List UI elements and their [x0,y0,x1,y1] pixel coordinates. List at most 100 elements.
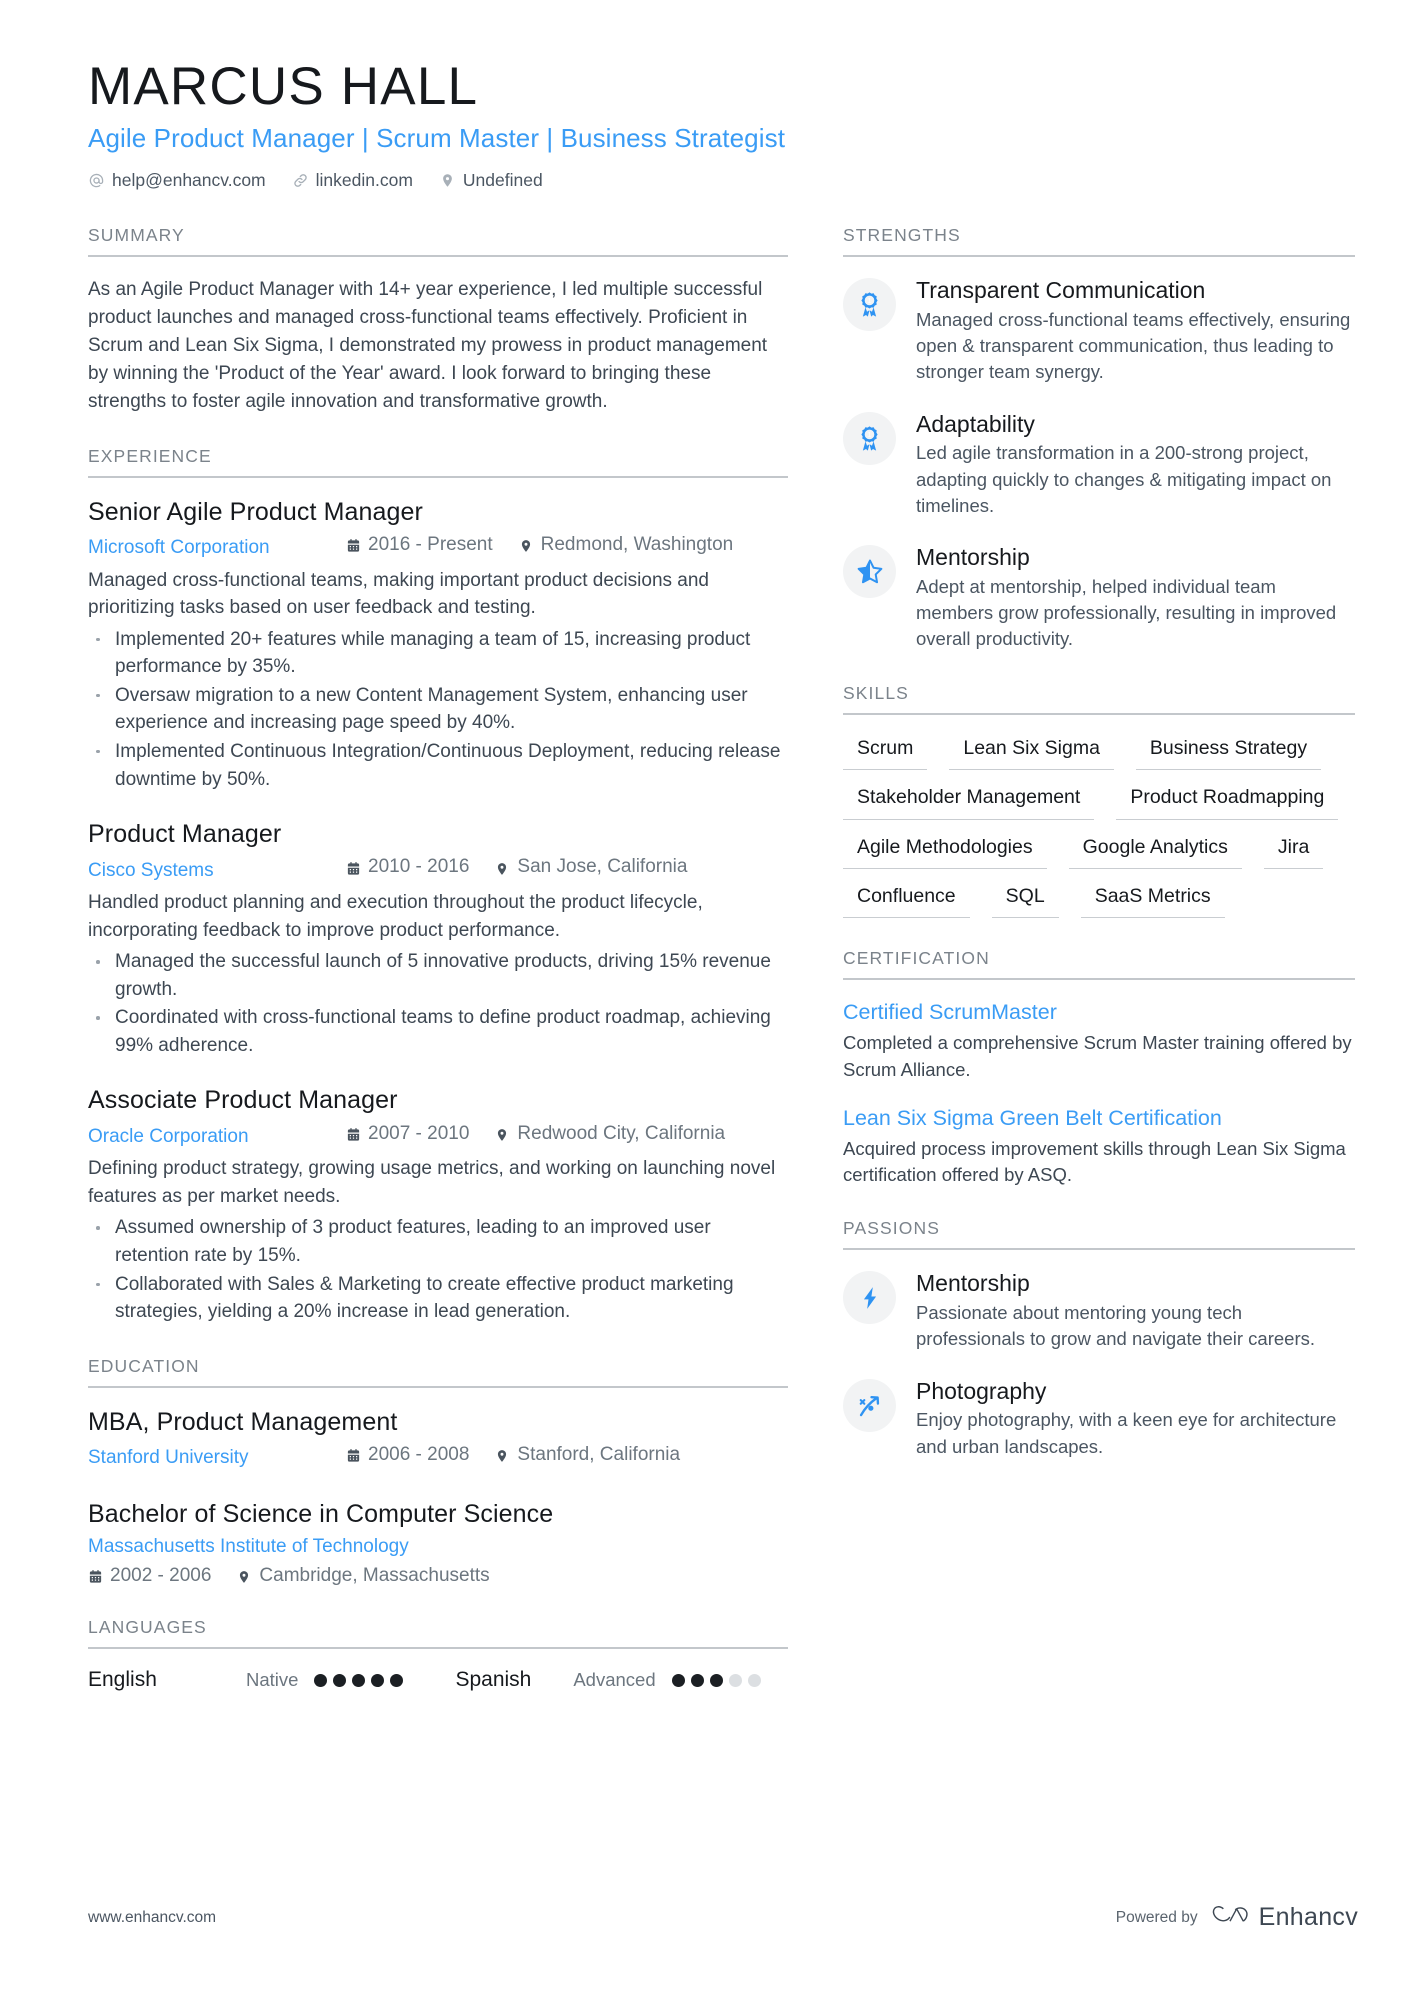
experience-entry: Associate Product Manager Oracle Corpora… [88,1085,788,1325]
experience-company[interactable]: Microsoft Corporation [88,534,346,563]
experience-dates-text: 2010 - 2016 [368,856,470,878]
experience-location: Redwood City, California [495,1120,725,1149]
lightning-bolt-icon [843,1271,896,1325]
education-school[interactable]: Massachusetts Institute of Technology [88,1533,439,1562]
section-strengths: STRENGTHS 1 Transparent Communication Ma… [843,225,1355,653]
summary-text: As an Agile Product Manager with 14+ yea… [88,279,768,412]
contact-linkedin-text: linkedin.com [315,170,413,191]
skill-tag[interactable]: Jira [1263,833,1324,869]
education-meta: Stanford University 2006 - 2008 Stanford… [88,1441,788,1473]
location-pin-icon [495,861,510,877]
experience-location-text: San Jose, California [517,856,688,878]
skill-tag[interactable]: Google Analytics [1068,833,1242,869]
language-rating-dots [671,1673,761,1687]
language-item: English Native [88,1668,404,1692]
strategy-arrow-icon [843,1378,896,1432]
skill-tag[interactable]: SQL [991,882,1059,919]
award-ribbon-icon: 1 [843,278,896,332]
certification-name[interactable]: Lean Six Sigma Green Belt Certification [843,1105,1355,1133]
contact-email-text: help@enhancv.com [112,170,266,191]
skill-tag[interactable]: Scrum [843,734,928,771]
skill-tag[interactable]: Stakeholder Management [843,783,1095,820]
strength-item: Mentorship Adept at mentorship, helped i… [843,543,1355,653]
strength-title: Mentorship [916,544,1030,571]
rating-dot-filled [333,1673,347,1687]
page-footer: www.enhancv.com Powered by Enhancv [88,1902,1358,1933]
passion-title: Photography [916,1377,1047,1404]
experience-company[interactable]: Cisco Systems [88,857,346,886]
section-skills: SKILLS Scrum Lean Six Sigma Business Str… [843,683,1355,919]
education-dates-text: 2002 - 2006 [110,1565,212,1587]
experience-role: Senior Agile Product Manager [88,497,423,526]
strength-title: Transparent Communication [916,277,1206,304]
svg-text:1: 1 [868,298,872,305]
at-icon [88,172,105,189]
right-column: STRENGTHS 1 Transparent Communication Ma… [843,225,1355,1490]
rating-dot-filled [352,1673,366,1687]
experience-bullet: Coordinated with cross-functional teams … [88,1004,788,1059]
strength-description: Led agile transformation in a 200-strong… [916,442,1332,516]
education-location-text: Stanford, California [517,1443,681,1465]
passion-title: Mentorship [916,1270,1030,1297]
education-location: Cambridge, Massachusetts [237,1565,490,1587]
education-school[interactable]: Stanford University [88,1444,346,1473]
experience-bullet: Collaborated with Sales & Marketing to c… [88,1271,788,1326]
rating-dot-filled [709,1673,723,1687]
strength-item: 1 Transparent Communication Managed cros… [843,276,1355,386]
section-summary: SUMMARY As an Agile Product Manager with… [88,225,788,416]
experience-role: Product Manager [88,820,282,849]
contact-location[interactable]: Undefined [439,170,543,191]
skill-tag[interactable]: SaaS Metrics [1080,882,1225,919]
experience-role: Associate Product Manager [88,1086,398,1115]
passion-item: Mentorship Passionate about mentoring yo… [843,1269,1355,1352]
experience-location-text: Redmond, Washington [540,533,734,555]
education-dates: 2002 - 2006 [88,1565,211,1587]
experience-bullet: Implemented Continuous Integration/Conti… [88,738,788,793]
skill-tag[interactable]: Product Roadmapping [1116,783,1339,820]
section-title-certification: CERTIFICATION [843,948,1355,981]
experience-dates-text: 2007 - 2010 [368,1122,470,1144]
section-title-education: EDUCATION [88,1356,788,1388]
education-location-text: Cambridge, Massachusetts [259,1565,490,1587]
passion-body: Mentorship Passionate about mentoring yo… [916,1269,1355,1352]
strength-body: Mentorship Adept at mentorship, helped i… [916,543,1355,653]
language-rating-dots [314,1673,404,1687]
certification-name[interactable]: Certified ScrumMaster [843,999,1355,1027]
contact-linkedin[interactable]: linkedin.com [292,170,413,191]
language-name: English [88,1668,157,1692]
resume-header: MARCUS HALL Agile Product Manager | Scru… [88,57,1358,191]
section-education: EDUCATION MBA, Product Management Stanfo… [88,1356,788,1588]
experience-meta: Cisco Systems 2010 - 2016 San Jose, Cali… [88,853,788,885]
professional-headline: Agile Product Manager | Scrum Master | B… [88,123,786,154]
rating-dot-empty [728,1673,742,1687]
skill-tag[interactable]: Agile Methodologies [843,833,1047,869]
enhancv-brand-name: Enhancv [1258,1903,1358,1931]
skill-tag[interactable]: Business Strategy [1135,734,1322,771]
strength-description: Adept at mentorship, helped individual t… [916,575,1337,650]
award-ribbon-icon: 1 [843,411,896,465]
passion-description: Passionate about mentoring young tech pr… [916,1301,1315,1350]
section-certification: CERTIFICATION Certified ScrumMaster Comp… [843,948,1355,1188]
strength-description: Managed cross-functional teams effective… [916,308,1351,383]
footer-website[interactable]: www.enhancv.com [88,1909,216,1927]
experience-company[interactable]: Oracle Corporation [88,1123,346,1152]
experience-bullets: Assumed ownership of 3 product features,… [88,1214,788,1325]
strength-body: Adaptability Led agile transformation in… [916,410,1355,520]
calendar-icon [88,1569,103,1585]
experience-meta: Oracle Corporation 2007 - 2010 Redwood C… [88,1120,788,1152]
education-degree: Bachelor of Science in Computer Science [88,1499,554,1528]
experience-dates: 2016 - Present [346,531,493,560]
experience-location: Redmond, Washington [519,531,734,560]
rating-dot-filled [671,1673,685,1687]
powered-by-label: Powered by [1115,1908,1198,1926]
rating-dot-filled [690,1673,704,1687]
left-column: SUMMARY As an Agile Product Manager with… [88,225,788,1722]
contact-email[interactable]: help@enhancv.com [88,170,266,191]
certification-description: Acquired process improvement skills thro… [843,1137,1346,1185]
experience-meta: Microsoft Corporation 2016 - Present Red… [88,531,788,563]
link-icon [292,172,309,189]
skill-tag[interactable]: Lean Six Sigma [949,734,1114,771]
experience-bullet: Managed the successful launch of 5 innov… [88,948,788,1003]
passion-description: Enjoy photography, with a keen eye for a… [916,1409,1337,1457]
skill-tag[interactable]: Confluence [843,882,970,919]
